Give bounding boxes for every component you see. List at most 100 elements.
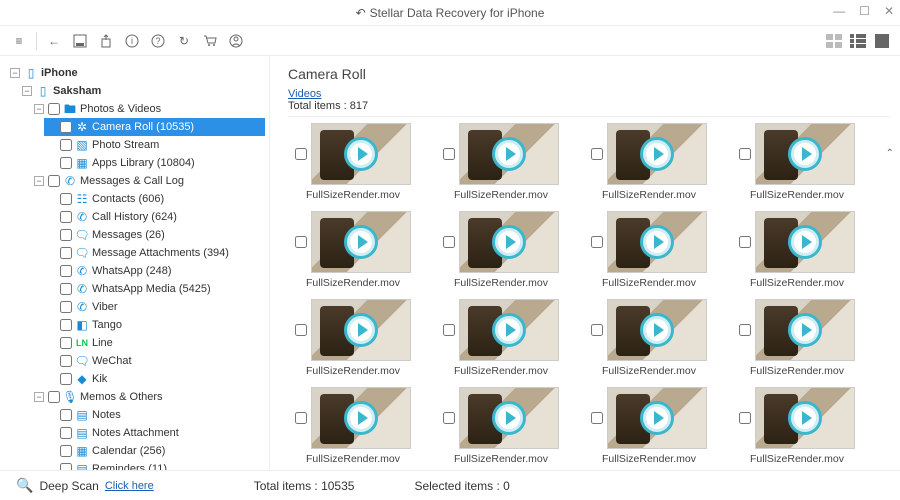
thumbnail-item[interactable]: FullSizeRender.mov: [436, 123, 566, 201]
tree-kik[interactable]: ◆Kik: [44, 370, 265, 388]
save-icon[interactable]: [69, 30, 91, 52]
thumbnail-checkbox[interactable]: [739, 412, 751, 424]
thumbnail-item[interactable]: FullSizeRender.mov: [732, 387, 862, 465]
thumbnail-item[interactable]: FullSizeRender.mov: [732, 299, 862, 377]
tree-reminders[interactable]: ▤Reminders (11): [44, 460, 265, 470]
thumbnail-checkbox[interactable]: [739, 148, 751, 160]
cart-icon[interactable]: [199, 30, 221, 52]
thumbnail-item[interactable]: FullSizeRender.mov: [436, 299, 566, 377]
video-thumbnail[interactable]: [755, 123, 855, 185]
tree-whatsapp[interactable]: ✆WhatsApp (248): [44, 262, 265, 280]
video-thumbnail[interactable]: [755, 299, 855, 361]
thumbnail-item[interactable]: FullSizeRender.mov: [584, 299, 714, 377]
thumbnail-filename: FullSizeRender.mov: [454, 277, 548, 289]
video-thumbnail[interactable]: [311, 299, 411, 361]
thumbnail-item[interactable]: FullSizeRender.mov: [288, 387, 418, 465]
tree-notes[interactable]: ▤Notes: [44, 406, 265, 424]
back-button[interactable]: ←: [43, 30, 65, 52]
video-thumbnail[interactable]: [459, 211, 559, 273]
maximize-button[interactable]: ☐: [859, 4, 870, 18]
minimize-button[interactable]: —: [833, 4, 845, 18]
thumbnail-checkbox[interactable]: [443, 324, 455, 336]
video-thumbnail[interactable]: [607, 299, 707, 361]
tree-device[interactable]: − ▯ Saksham: [20, 82, 265, 100]
video-thumbnail[interactable]: [755, 387, 855, 449]
tree-tango[interactable]: ◧Tango: [44, 316, 265, 334]
tree-wechat[interactable]: 🗨WeChat: [44, 352, 265, 370]
video-thumbnail[interactable]: [459, 387, 559, 449]
export-icon[interactable]: [95, 30, 117, 52]
tree-camera-roll[interactable]: ✲Camera Roll (10535): [44, 118, 265, 136]
tree-notes-attach[interactable]: ▤Notes Attachment: [44, 424, 265, 442]
tree-photos-videos[interactable]: − 🖿 Photos & Videos: [32, 100, 265, 118]
deep-scan-link[interactable]: Click here: [105, 480, 154, 492]
thumbnail-item[interactable]: FullSizeRender.mov: [732, 123, 862, 201]
tree-viber[interactable]: ✆Viber: [44, 298, 265, 316]
thumbnail-checkbox[interactable]: [591, 148, 603, 160]
section-videos-label[interactable]: Videos: [288, 88, 890, 100]
tree-contacts[interactable]: ☷Contacts (606): [44, 190, 265, 208]
thumbnail-item[interactable]: FullSizeRender.mov: [436, 387, 566, 465]
close-button[interactable]: ✕: [884, 4, 894, 18]
tree-apps-library[interactable]: ▦Apps Library (10804): [44, 154, 265, 172]
tree-messages-call[interactable]: − ✆ Messages & Call Log: [32, 172, 265, 190]
tree-line[interactable]: LNLine: [44, 334, 265, 352]
video-thumbnail[interactable]: [607, 387, 707, 449]
thumbnail-item[interactable]: FullSizeRender.mov: [732, 211, 862, 289]
thumbnail-item[interactable]: FullSizeRender.mov: [584, 387, 714, 465]
thumbnail-item[interactable]: FullSizeRender.mov: [288, 211, 418, 289]
thumbnail-item[interactable]: FullSizeRender.mov: [584, 211, 714, 289]
video-thumbnail[interactable]: [459, 299, 559, 361]
scroll-up-icon[interactable]: ⌃: [886, 148, 894, 159]
thumbnail-checkbox[interactable]: [591, 236, 603, 248]
thumbnail-item[interactable]: FullSizeRender.mov: [288, 299, 418, 377]
play-icon: [640, 137, 674, 171]
view-details-icon[interactable]: [872, 33, 892, 49]
deep-scan[interactable]: 🔍 Deep Scan Click here: [16, 477, 154, 494]
thumbnail-checkbox[interactable]: [295, 324, 307, 336]
tree-call-history[interactable]: ✆Call History (624): [44, 208, 265, 226]
info-icon[interactable]: i: [121, 30, 143, 52]
thumbnail-item[interactable]: FullSizeRender.mov: [584, 123, 714, 201]
thumbnail-checkbox[interactable]: [739, 324, 751, 336]
tree-root-iphone[interactable]: − ▯ iPhone: [8, 64, 265, 82]
thumbnail-item[interactable]: FullSizeRender.mov: [436, 211, 566, 289]
tree-photo-stream[interactable]: ▧Photo Stream: [44, 136, 265, 154]
view-list-icons[interactable]: [848, 33, 868, 49]
thumbnail-filename: FullSizeRender.mov: [750, 189, 844, 201]
thumbnail-checkbox[interactable]: [295, 236, 307, 248]
play-icon: [788, 401, 822, 435]
thumbnail-item[interactable]: FullSizeRender.mov: [288, 123, 418, 201]
menu-icon[interactable]: ≡: [8, 30, 30, 52]
line-icon: LN: [75, 336, 89, 350]
thumbnail-checkbox[interactable]: [295, 412, 307, 424]
tree-calendar[interactable]: ▦Calendar (256): [44, 442, 265, 460]
video-thumbnail[interactable]: [459, 123, 559, 185]
thumbnail-filename: FullSizeRender.mov: [306, 453, 400, 465]
sidebar-tree[interactable]: − ▯ iPhone − ▯ Saksham: [0, 56, 270, 470]
thumbnail-checkbox[interactable]: [591, 324, 603, 336]
thumbnail-checkbox[interactable]: [443, 148, 455, 160]
user-icon[interactable]: [225, 30, 247, 52]
thumbnail-scroll-area[interactable]: FullSizeRender.movFullSizeRender.movFull…: [288, 116, 890, 470]
message-icon: 🗨: [75, 228, 89, 242]
thumbnail-checkbox[interactable]: [295, 148, 307, 160]
thumbnail-checkbox[interactable]: [591, 412, 603, 424]
tree-memos-others[interactable]: − 🎙 Memos & Others: [32, 388, 265, 406]
video-thumbnail[interactable]: [311, 387, 411, 449]
thumbnail-checkbox[interactable]: [443, 236, 455, 248]
help-icon[interactable]: ?: [147, 30, 169, 52]
tree-messages[interactable]: 🗨Messages (26): [44, 226, 265, 244]
video-thumbnail[interactable]: [607, 211, 707, 273]
tree-whatsapp-media[interactable]: ✆WhatsApp Media (5425): [44, 280, 265, 298]
video-thumbnail[interactable]: [755, 211, 855, 273]
thumbnail-checkbox[interactable]: [739, 236, 751, 248]
video-thumbnail[interactable]: [311, 123, 411, 185]
thumbnail-checkbox[interactable]: [443, 412, 455, 424]
thumbnail-filename: FullSizeRender.mov: [306, 189, 400, 201]
video-thumbnail[interactable]: [311, 211, 411, 273]
view-large-icons[interactable]: [824, 33, 844, 49]
video-thumbnail[interactable]: [607, 123, 707, 185]
refresh-icon[interactable]: ↻: [173, 30, 195, 52]
tree-msg-attach[interactable]: 🗨Message Attachments (394): [44, 244, 265, 262]
